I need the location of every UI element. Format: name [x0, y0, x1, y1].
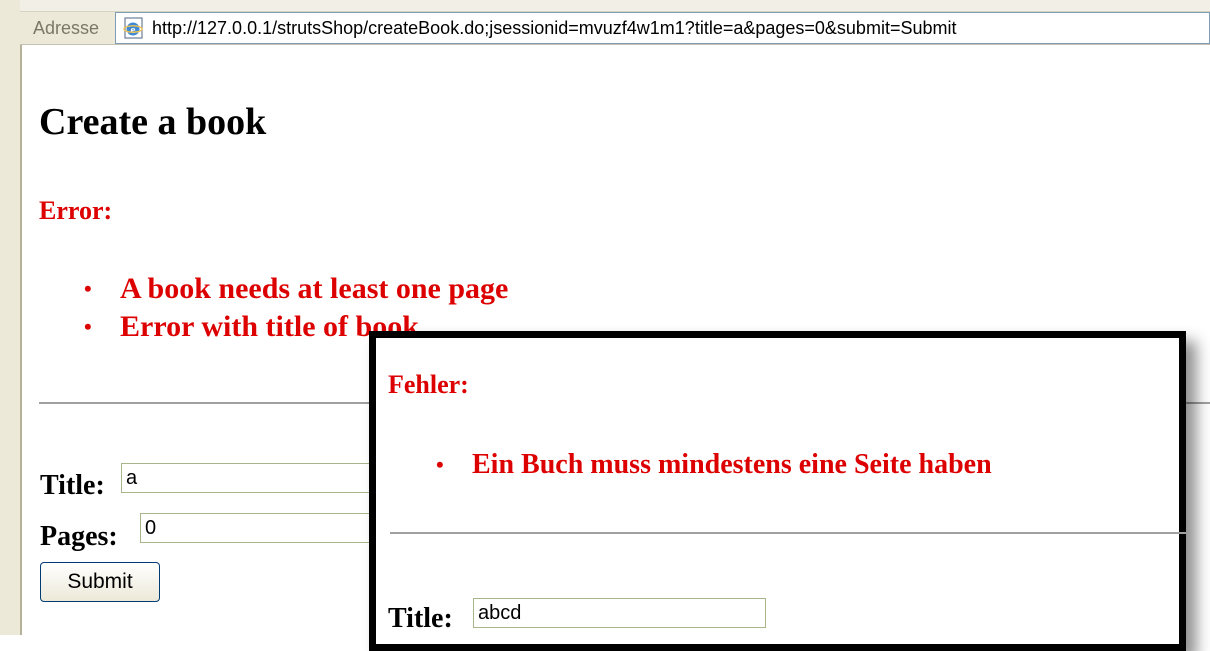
overlay-title-label: Title:	[388, 603, 453, 634]
address-url[interactable]: http://127.0.0.1/strutsShop/createBook.d…	[152, 16, 956, 40]
window-frame-left	[0, 0, 22, 635]
title-input[interactable]: a	[121, 463, 376, 493]
page-title: Create a book	[39, 101, 267, 143]
address-label: Adresse	[33, 18, 100, 38]
title-label: Title:	[40, 470, 105, 501]
overlay-title-input[interactable]: abcd	[473, 598, 766, 628]
overlay-error-item: Ein Buch muss mindestens eine Seite habe…	[436, 447, 992, 483]
address-bar: Adresse e http://127.0.0.1/strutsShop/cr…	[20, 0, 1210, 45]
overlay-error-list: Ein Buch muss mindestens eine Seite habe…	[436, 447, 992, 483]
error-item: A book needs at least one page	[84, 270, 508, 308]
overlay-screenshot: Fehler: Ein Buch muss mindestens eine Se…	[369, 331, 1186, 651]
overlay-horizontal-rule	[390, 532, 1186, 534]
ie-page-icon: e	[122, 16, 146, 40]
error-heading: Error:	[39, 196, 113, 225]
overlay-error-heading: Fehler:	[388, 370, 469, 399]
pages-input[interactable]: 0	[140, 513, 376, 543]
pages-label: Pages:	[40, 521, 118, 552]
toolbar-strip	[20, 0, 1210, 12]
submit-button[interactable]: Submit	[40, 562, 160, 602]
address-field[interactable]: e http://127.0.0.1/strutsShop/createBook…	[115, 12, 1210, 44]
